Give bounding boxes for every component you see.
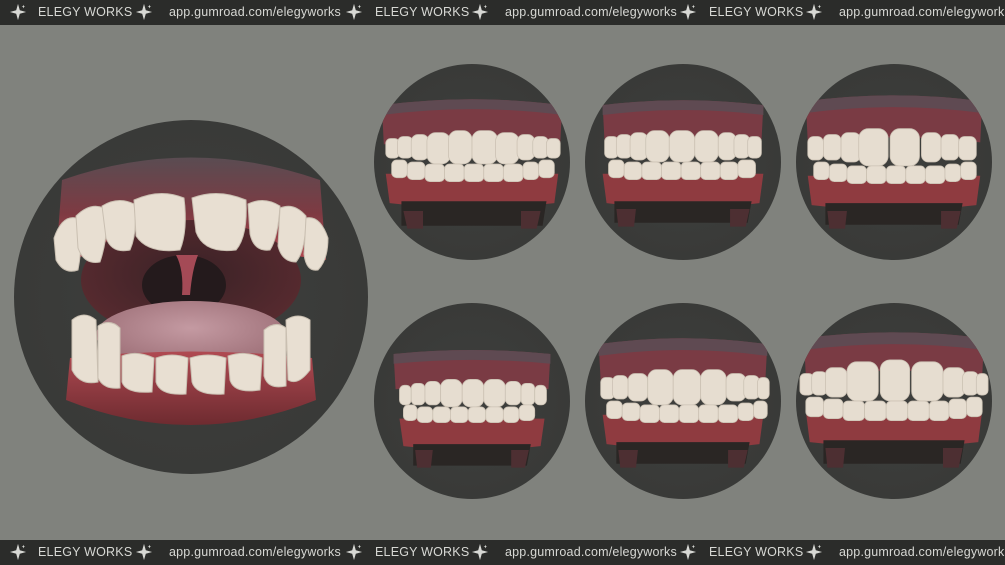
render-front-6 [796, 303, 992, 499]
url-label: app.gumroad.com/elegyworks [505, 5, 677, 19]
url-label: app.gumroad.com/elegyworks [169, 545, 341, 559]
sparkle-star-icon [135, 3, 153, 21]
sparkle-star-icon [135, 543, 153, 561]
sparkle-star-icon [471, 543, 489, 561]
brand-label: ELEGY WORKS [375, 545, 470, 559]
sparkle-star-icon [679, 3, 697, 21]
closed-teeth-model [805, 95, 983, 229]
closed-teeth-model [602, 100, 764, 227]
url-label: app.gumroad.com/elegyworks [505, 545, 677, 559]
render-front-4 [374, 303, 570, 499]
render-open-mouth [14, 120, 368, 474]
sparkle-star-icon [9, 543, 27, 561]
sparkle-star-icon [345, 3, 363, 21]
closed-teeth-model [799, 332, 989, 468]
bottom-watermark-banner: ELEGY WORKS app.gumroad.com/elegyworks E… [0, 540, 1005, 565]
top-watermark-banner: ELEGY WORKS app.gumroad.com/elegyworks E… [0, 0, 1005, 25]
render-front-1 [374, 64, 570, 260]
brand-label: ELEGY WORKS [375, 5, 470, 19]
open-mouth-teeth-model [53, 157, 329, 425]
url-label: app.gumroad.com/elegyworks [839, 5, 1005, 19]
render-front-5 [585, 303, 781, 499]
closed-teeth-model [393, 350, 551, 468]
brand-label: ELEGY WORKS [709, 5, 804, 19]
sparkle-star-icon [805, 3, 823, 21]
sparkle-star-icon [471, 3, 489, 21]
brand-label: ELEGY WORKS [38, 5, 133, 19]
brand-label: ELEGY WORKS [38, 545, 133, 559]
sparkle-star-icon [805, 543, 823, 561]
closed-teeth-model [381, 99, 563, 229]
url-label: app.gumroad.com/elegyworks [839, 545, 1005, 559]
render-front-2 [585, 64, 781, 260]
closed-teeth-model [598, 338, 770, 468]
render-front-3 [796, 64, 992, 260]
brand-label: ELEGY WORKS [709, 545, 804, 559]
sparkle-star-icon [9, 3, 27, 21]
url-label: app.gumroad.com/elegyworks [169, 5, 341, 19]
sparkle-star-icon [345, 543, 363, 561]
sparkle-star-icon [679, 543, 697, 561]
